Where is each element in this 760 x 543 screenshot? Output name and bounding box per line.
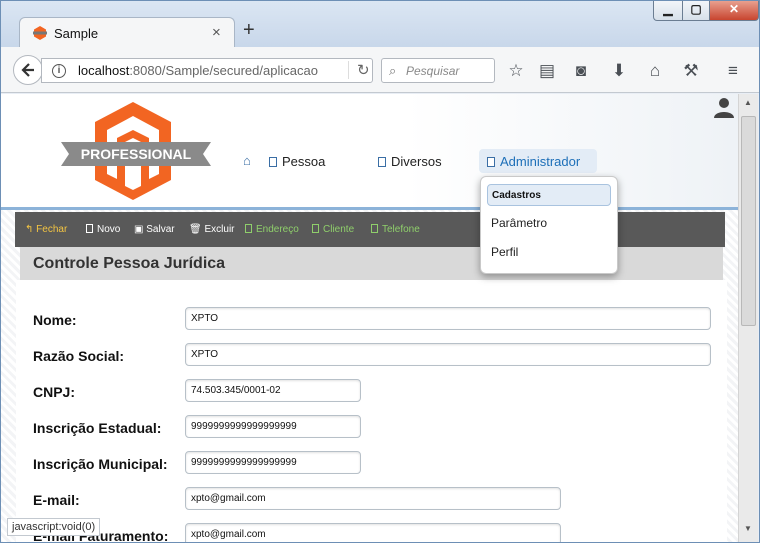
dropdown-item-perfil[interactable]: Perfil <box>491 245 518 259</box>
pessoa-juridica-form: Nome: XPTO Razão Social: XPTO CNPJ: 74.5… <box>16 280 727 542</box>
search-box[interactable]: ⌕ Pesquisar <box>381 58 495 83</box>
action-toolbar: ↰ Fechar Novo ▣ Salvar 🗑︎ Excluir Endere… <box>15 212 725 247</box>
razao-social-input[interactable]: XPTO <box>185 343 711 366</box>
url-bar[interactable]: i localhost:8080/Sample/secured/aplicaca… <box>41 58 373 83</box>
reload-icon[interactable]: ↻ <box>348 61 370 79</box>
inscricao-estadual-label: Inscrição Estadual: <box>33 420 162 436</box>
scrollbar-thumb[interactable] <box>741 116 756 326</box>
cnpj-label: CNPJ: <box>33 384 76 400</box>
status-bar: javascript:void(0) <box>7 518 101 536</box>
salvar-button[interactable]: ▣ Salvar <box>134 224 175 235</box>
document-icon <box>312 224 319 233</box>
minimize-button[interactable]: ▁ <box>653 1 683 21</box>
url-text: localhost:8080/Sample/secured/aplicacao <box>78 63 318 78</box>
vertical-scrollbar[interactable]: ▲ ▼ <box>738 94 758 542</box>
inscricao-municipal-input[interactable]: 9999999999999999999 <box>185 451 361 474</box>
tab-title: Sample <box>54 26 99 41</box>
dev-tool-icon[interactable]: ⚒ <box>681 61 701 81</box>
download-icon[interactable]: ⬇ <box>609 61 629 81</box>
page-title: Controle Pessoa Jurídica <box>33 255 226 272</box>
nome-input[interactable]: XPTO <box>185 307 711 330</box>
cnpj-input[interactable]: 74.503.345/0001-02 <box>185 379 361 402</box>
info-icon[interactable]: i <box>52 64 66 78</box>
menu-item-administrador[interactable]: Administrador <box>479 149 597 173</box>
maximize-button[interactable]: ▢ <box>682 1 710 21</box>
title-bar: Sample × + ▁ ▢ ✕ <box>1 1 759 49</box>
user-icon[interactable] <box>713 96 735 118</box>
fechar-button[interactable]: ↰ Fechar <box>25 224 67 235</box>
search-icon: ⌕ <box>389 63 397 78</box>
novo-button[interactable]: Novo <box>86 224 120 235</box>
browser-tab[interactable]: Sample × <box>19 17 235 49</box>
new-tab-button[interactable]: + <box>243 20 255 40</box>
scroll-up-icon[interactable]: ▲ <box>744 98 752 107</box>
site-favicon-icon <box>33 26 47 40</box>
bookmark-star-icon[interactable]: ☆ <box>506 61 526 81</box>
browser-window: Sample × + ▁ ▢ ✕ i localhost:8080/Sample… <box>0 0 760 543</box>
dropdown-header-cadastros: Cadastros <box>487 184 611 206</box>
close-arrow-icon: ↰ <box>25 224 37 235</box>
document-icon <box>269 157 277 167</box>
pocket-icon[interactable]: ◙ <box>571 61 591 81</box>
scroll-down-icon[interactable]: ▼ <box>744 524 752 533</box>
menu-icon[interactable]: ≡ <box>723 61 743 81</box>
telefone-button[interactable]: Telefone <box>371 224 420 235</box>
endereco-button[interactable]: Endereço <box>245 224 299 235</box>
cliente-button[interactable]: Cliente <box>312 224 354 235</box>
document-icon <box>245 224 252 233</box>
email-label: E-mail: <box>33 492 80 508</box>
trash-icon: 🗑︎ <box>189 224 205 235</box>
close-window-button[interactable]: ✕ <box>709 1 759 21</box>
back-button[interactable] <box>13 55 43 85</box>
search-placeholder: Pesquisar <box>406 64 460 78</box>
document-icon <box>378 157 386 167</box>
home-nav-icon[interactable]: ⌂ <box>243 153 251 168</box>
document-icon <box>371 224 378 233</box>
inscricao-estadual-input[interactable]: 9999999999999999999 <box>185 415 361 438</box>
document-icon <box>487 157 495 167</box>
new-document-icon <box>86 224 93 233</box>
inscricao-municipal-label: Inscrição Municipal: <box>33 456 168 472</box>
save-icon: ▣ <box>134 224 147 235</box>
dropdown-item-parametro[interactable]: Parâmetro <box>491 216 547 230</box>
email-input[interactable]: xpto@gmail.com <box>185 487 561 510</box>
administrador-dropdown: Cadastros Parâmetro Perfil <box>480 176 618 274</box>
back-arrow-icon <box>21 63 34 77</box>
professional-logo: PROFESSIONAL <box>61 102 211 200</box>
reading-list-icon[interactable]: ▤ <box>537 61 557 81</box>
navigation-bar: i localhost:8080/Sample/secured/aplicaca… <box>1 47 759 93</box>
excluir-button[interactable]: 🗑︎ Excluir <box>189 224 235 235</box>
nome-label: Nome: <box>33 312 77 328</box>
home-icon[interactable]: ⌂ <box>645 61 665 81</box>
tab-close-icon[interactable]: × <box>212 24 221 41</box>
razao-social-label: Razão Social: <box>33 348 125 364</box>
email-faturamento-input[interactable]: xpto@gmail.com <box>185 523 561 542</box>
page-header: PROFESSIONAL ⌂ Pessoa Diversos Administr… <box>1 94 738 210</box>
svg-text:PROFESSIONAL: PROFESSIONAL <box>81 146 192 162</box>
web-page: PROFESSIONAL ⌂ Pessoa Diversos Administr… <box>1 94 738 542</box>
